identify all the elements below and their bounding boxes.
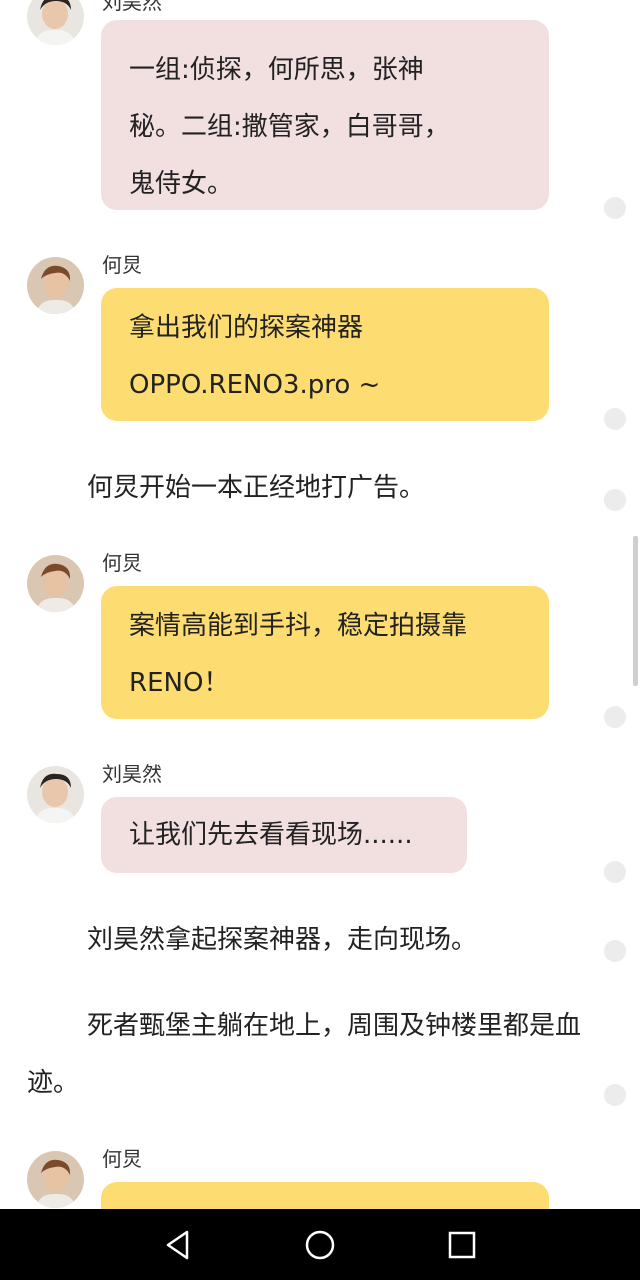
- comment-dot[interactable]: [604, 1084, 626, 1106]
- message-text: 案情高能到手抖，稳定拍摄靠 RENO！: [129, 611, 468, 698]
- narration-text: 何炅开始一本正经地打广告。: [87, 473, 426, 503]
- message-bubble[interactable]: 一组:侦探，何所思，张神 秘。二组:撒管家，白哥哥， 鬼侍女。: [101, 20, 549, 210]
- avatar-he-jiong-image: [27, 1151, 84, 1208]
- message-bubble[interactable]: 拿出我们的探案神器 OPPO.RENO3.pro ~: [101, 288, 549, 421]
- avatar-he-jiong[interactable]: [27, 257, 84, 314]
- comment-dot[interactable]: [604, 940, 626, 962]
- message-text: 拿出我们的探案神器 OPPO.RENO3.pro ~: [129, 313, 381, 400]
- recents-button[interactable]: [440, 1223, 484, 1267]
- avatar-he-jiong[interactable]: [27, 555, 84, 612]
- narration-text: 刘昊然拿起探案神器，走向现场。: [87, 925, 478, 955]
- comment-dot[interactable]: [604, 861, 626, 883]
- back-button[interactable]: [156, 1223, 200, 1267]
- avatar-he-jiong[interactable]: [27, 1151, 84, 1208]
- message-text: 一组:侦探，何所思，张神 秘。二组:撒管家，白哥哥， 鬼侍女。: [129, 55, 450, 199]
- comment-dot[interactable]: [604, 489, 626, 511]
- avatar-he-jiong-image: [27, 555, 84, 612]
- chat-story-screen: 刘昊然 一组:侦探，何所思，张神 秘。二组:撒管家，白哥哥， 鬼侍女。 何炅 拿…: [0, 0, 640, 1280]
- recents-square-icon: [448, 1231, 476, 1259]
- message-text: 让我们先去看看现场......: [129, 820, 413, 850]
- speaker-name: 何炅: [102, 253, 142, 277]
- back-triangle-icon: [166, 1230, 189, 1260]
- comment-dot[interactable]: [604, 197, 626, 219]
- avatar-liu-haoran[interactable]: [27, 766, 84, 823]
- avatar-he-jiong-image: [27, 257, 84, 314]
- navigation-bar: [0, 1209, 640, 1280]
- avatar-liu-haoran-image: [27, 766, 84, 823]
- message-bubble[interactable]: 案情高能到手抖，稳定拍摄靠 RENO！: [101, 586, 549, 719]
- speaker-name: 刘昊然: [102, 762, 162, 786]
- avatar-liu-haoran-image: [27, 0, 84, 45]
- home-button[interactable]: [298, 1223, 342, 1267]
- speaker-name: 何炅: [102, 1147, 142, 1171]
- speaker-name: 何炅: [102, 551, 142, 575]
- avatar-liu-haoran[interactable]: [27, 0, 84, 45]
- scrollbar-thumb[interactable]: [633, 536, 638, 686]
- comment-dot[interactable]: [604, 408, 626, 430]
- home-circle-icon: [305, 1230, 335, 1260]
- comment-dot[interactable]: [604, 706, 626, 728]
- narration-text: 死者甄堡主躺在地上，周围及钟楼里都是血迹。: [27, 1011, 582, 1098]
- message-bubble[interactable]: 让我们先去看看现场......: [101, 797, 467, 873]
- speaker-name: 刘昊然: [102, 0, 162, 14]
